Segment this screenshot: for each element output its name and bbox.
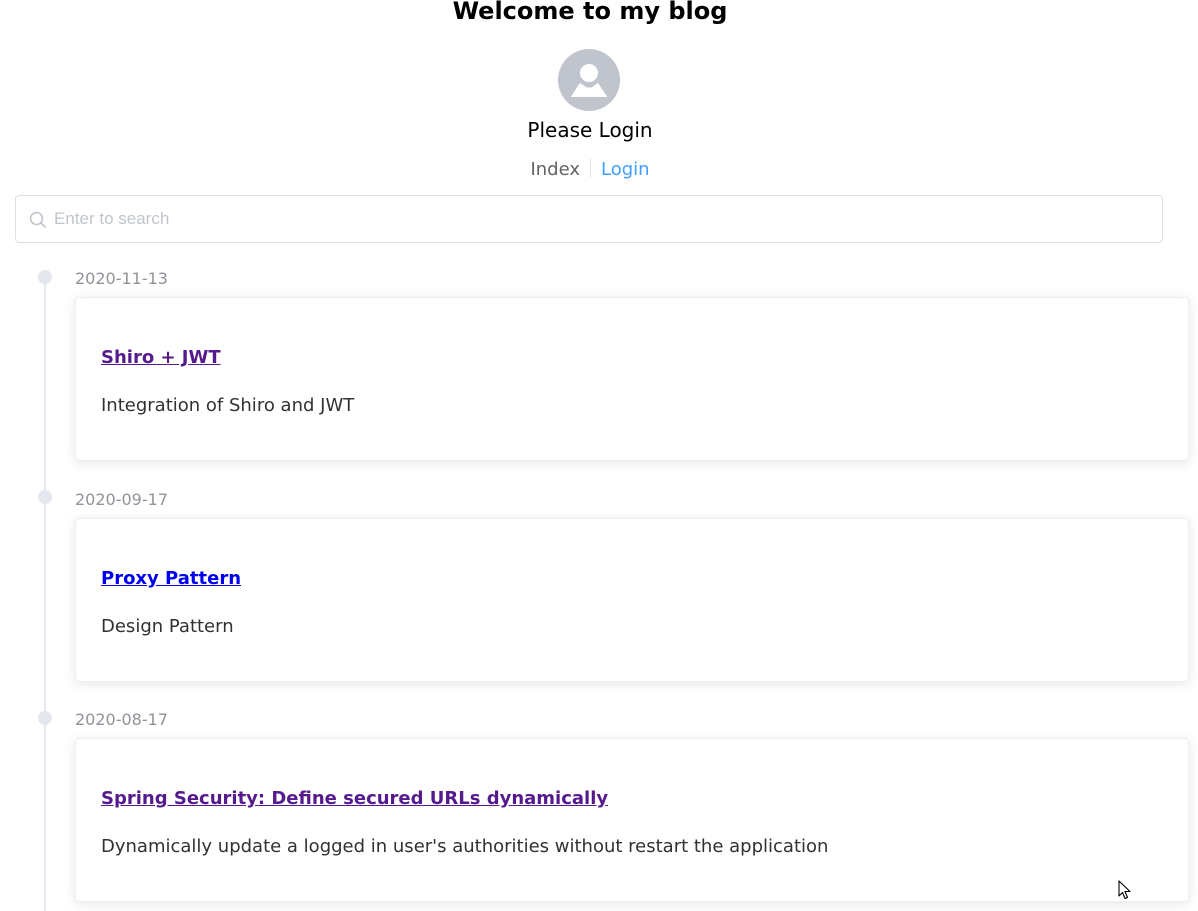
nav-menu: Index Login (0, 157, 1180, 183)
search-icon (29, 211, 46, 228)
nav-divider (590, 159, 591, 177)
post-date: 2020-08-17 (75, 710, 168, 729)
post-description: Design Pattern (101, 616, 234, 637)
post-date: 2020-09-17 (75, 490, 168, 509)
timeline-dot (38, 490, 52, 504)
timeline-dot (38, 711, 52, 725)
post-card: Shiro + JWT Integration of Shiro and JWT (75, 297, 1189, 461)
blog-page: Welcome to my blog Please Login Index Log… (0, 0, 1198, 911)
timeline-line (44, 278, 46, 911)
post-card: Spring Security: Define secured URLs dyn… (75, 738, 1189, 902)
page-title: Welcome to my blog (452, 0, 728, 25)
search-input[interactable] (54, 197, 1154, 241)
post-title-link[interactable]: Shiro + JWT (101, 346, 221, 370)
login-prompt: Please Login (527, 118, 653, 142)
avatar[interactable] (558, 49, 620, 111)
post-title-link[interactable]: Spring Security: Define secured URLs dyn… (101, 787, 608, 811)
search-box[interactable] (15, 195, 1163, 243)
nav-index-link[interactable]: Index (530, 159, 580, 180)
post-date: 2020-11-13 (75, 269, 168, 288)
post-description: Integration of Shiro and JWT (101, 395, 355, 416)
post-description: Dynamically update a logged in user's au… (101, 836, 829, 857)
mouse-cursor-icon (1118, 880, 1131, 900)
post-title-link[interactable]: Proxy Pattern (101, 567, 241, 591)
nav-login-link[interactable]: Login (601, 159, 650, 180)
timeline-dot (38, 270, 52, 284)
post-card: Proxy Pattern Design Pattern (75, 518, 1189, 682)
user-icon (571, 64, 607, 97)
